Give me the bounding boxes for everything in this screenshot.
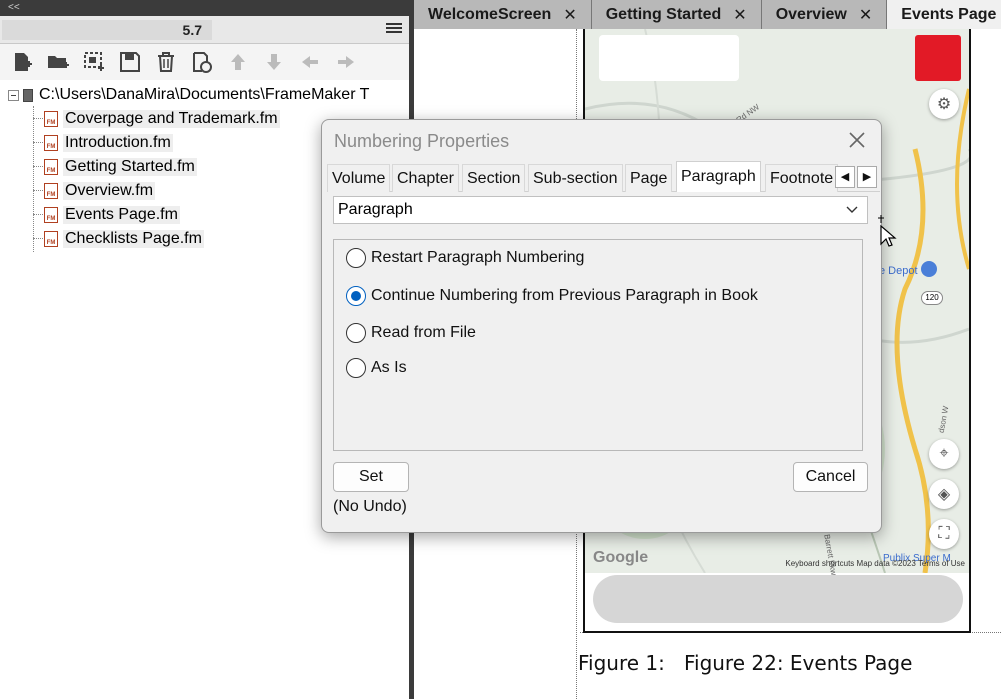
move-left-icon[interactable] <box>292 47 328 77</box>
close-icon[interactable]: ✕ <box>859 5 872 25</box>
map-footer: Google Keyboard shortcuts Map data ©2023… <box>585 549 969 573</box>
save-icon[interactable] <box>112 47 148 77</box>
option-label: Continue Numbering from Previous Paragra… <box>371 287 758 304</box>
tab-scroll-left-icon[interactable]: ◀ <box>835 166 855 188</box>
numbering-options-group: Restart Paragraph Numbering Continue Num… <box>333 239 863 451</box>
fm-file-icon: FM <box>44 183 58 199</box>
map-redacted-bar <box>593 575 963 623</box>
gear-icon[interactable]: ⚙ <box>929 89 959 119</box>
book-file-label: Getting Started.fm <box>63 158 197 176</box>
dialog-tab-strip: Volume Chapter Section Sub-section Page … <box>327 161 880 192</box>
collapse-icon[interactable]: << <box>8 2 20 13</box>
book-file-label: Checklists Page.fm <box>63 230 204 248</box>
figure-caption: Figure 1: Figure 22: Events Page <box>578 651 913 675</box>
tab-label: Overview <box>775 5 847 23</box>
fm-file-icon: FM <box>44 159 58 175</box>
layers-icon[interactable]: ◈ <box>929 479 959 509</box>
framemaker-window: << 5.7 C:\Users\DanaMira\Documents\Frame… <box>0 0 1001 699</box>
fm-file-icon: FM <box>44 207 58 223</box>
move-right-icon[interactable] <box>328 47 364 77</box>
tab-label: WelcomeScreen <box>428 5 552 23</box>
fm-file-icon: FM <box>44 111 58 127</box>
numbering-type-select[interactable]: Paragraph <box>333 196 868 224</box>
tab-label: Events Page <box>901 5 997 23</box>
tab-volume[interactable]: Volume <box>327 164 391 192</box>
option-label: As Is <box>371 359 407 376</box>
map-label-depot: e Depot <box>879 265 918 277</box>
locate-icon[interactable]: ⌖ <box>929 439 959 469</box>
book-file-label: Events Page.fm <box>63 206 180 224</box>
book-file-label: Introduction.fm <box>63 134 173 152</box>
undo-note: (No Undo) <box>333 498 407 515</box>
panel-header: 5.7 <box>0 16 412 44</box>
mouse-cursor-icon <box>878 214 898 248</box>
document-tab-bar: WelcomeScreen ✕ Getting Started ✕ Overvi… <box>414 0 1001 29</box>
add-file-icon[interactable] <box>4 47 40 77</box>
delete-icon[interactable] <box>148 47 184 77</box>
tab-welcome-screen[interactable]: WelcomeScreen ✕ <box>414 0 592 29</box>
book-file-item[interactable]: FM Coverpage and Trademark.fm <box>44 108 280 130</box>
cancel-button[interactable]: Cancel <box>793 462 868 492</box>
chevron-down-icon <box>845 199 859 228</box>
option-restart-numbering[interactable]: Restart Paragraph Numbering <box>346 247 584 269</box>
book-file-label: Overview.fm <box>63 182 156 200</box>
option-read-from-file[interactable]: Read from File <box>346 322 476 344</box>
close-icon[interactable] <box>847 130 867 150</box>
radio-button[interactable] <box>346 248 366 268</box>
select-value: Paragraph <box>338 201 413 218</box>
close-icon[interactable]: ✕ <box>733 5 746 25</box>
radio-button[interactable] <box>346 323 366 343</box>
tab-footnote[interactable]: Footnote <box>765 164 839 192</box>
map-road-sign: 120 <box>921 291 943 305</box>
move-down-icon[interactable] <box>256 47 292 77</box>
tab-getting-started[interactable]: Getting Started ✕ <box>591 0 762 29</box>
book-file-label: Coverpage and Trademark.fm <box>63 110 280 128</box>
version-label: 5.7 <box>2 20 212 40</box>
numbering-properties-dialog: Numbering Properties Volume Chapter Sect… <box>321 119 882 533</box>
panel-menu-icon[interactable] <box>386 23 402 37</box>
fm-file-icon: FM <box>44 231 58 247</box>
tab-section[interactable]: Section <box>462 164 526 192</box>
panel-collapse-bar[interactable]: << <box>0 0 412 16</box>
option-continue-numbering[interactable]: Continue Numbering from Previous Paragra… <box>346 285 758 307</box>
move-up-icon[interactable] <box>220 47 256 77</box>
radio-button-selected[interactable] <box>346 286 366 306</box>
close-icon[interactable]: ✕ <box>563 5 576 25</box>
book-toolbar <box>0 44 412 80</box>
book-file-item[interactable]: FM Getting Started.fm <box>44 156 197 178</box>
option-as-is[interactable]: As Is <box>346 357 407 379</box>
radio-button[interactable] <box>346 358 366 378</box>
fullscreen-icon[interactable]: ⛶ <box>929 519 959 549</box>
option-label: Read from File <box>371 324 476 341</box>
option-label: Restart Paragraph Numbering <box>371 249 585 266</box>
book-file-item[interactable]: FM Checklists Page.fm <box>44 228 204 250</box>
tab-scroll-right-icon[interactable]: ▶ <box>857 166 877 188</box>
fm-file-icon: FM <box>44 135 58 151</box>
tab-paragraph[interactable]: Paragraph <box>676 161 761 192</box>
tab-page[interactable]: Page <box>625 164 673 192</box>
book-file-item[interactable]: FM Introduction.fm <box>44 132 173 154</box>
collapse-icon[interactable] <box>8 89 19 101</box>
book-icon <box>23 88 33 102</box>
tab-overview[interactable]: Overview ✕ <box>761 0 888 29</box>
book-root-path: C:\Users\DanaMira\Documents\FrameMaker T <box>39 86 370 103</box>
map-attribution: Keyboard shortcuts Map data ©2023 Terms … <box>785 559 965 568</box>
google-logo: Google <box>593 549 649 566</box>
set-button[interactable]: Set <box>333 462 409 492</box>
add-group-icon[interactable] <box>76 47 112 77</box>
book-root-item[interactable]: C:\Users\DanaMira\Documents\FrameMaker T <box>8 84 369 106</box>
tab-chapter[interactable]: Chapter <box>392 164 459 192</box>
map-pin-icon <box>921 261 937 277</box>
tab-label: Getting Started <box>605 5 722 23</box>
map-avatar-tile[interactable] <box>915 35 961 81</box>
book-file-item[interactable]: FM Events Page.fm <box>44 204 180 226</box>
update-book-icon[interactable] <box>184 47 220 77</box>
tab-events-page[interactable]: Events Page <box>887 0 1001 29</box>
dialog-title: Numbering Properties <box>334 131 510 151</box>
add-folder-icon[interactable] <box>40 47 76 77</box>
tab-sub-section[interactable]: Sub-section <box>528 164 623 192</box>
map-search-box[interactable] <box>599 35 739 81</box>
book-file-item[interactable]: FM Overview.fm <box>44 180 156 202</box>
